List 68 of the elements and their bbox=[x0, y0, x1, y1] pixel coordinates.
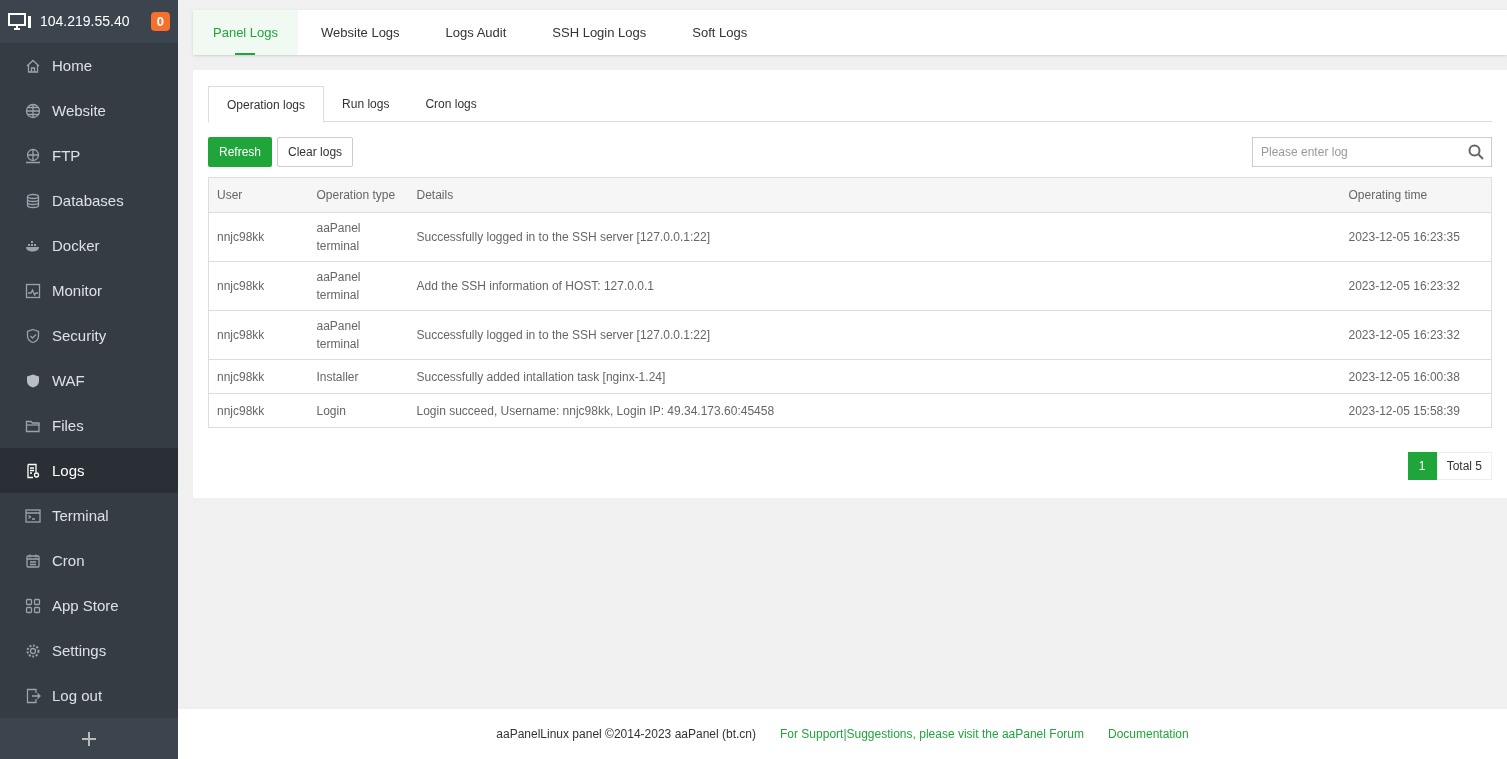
table-cell: 2023-12-05 16:23:32 bbox=[1340, 310, 1492, 360]
table-cell: Login bbox=[308, 393, 409, 428]
tab[interactable]: Cron logs bbox=[407, 86, 495, 122]
tab[interactable]: SSH Login Logs bbox=[529, 10, 670, 55]
table-cell: nnjc98kk bbox=[208, 261, 309, 311]
nav-item[interactable]: Logs bbox=[0, 448, 178, 494]
shield-icon bbox=[25, 373, 41, 389]
database-icon bbox=[25, 193, 41, 209]
server-address: 104.219.55.40 bbox=[40, 12, 130, 32]
table-cell: aaPanel terminal bbox=[308, 261, 409, 311]
table-cell: aaPanel terminal bbox=[308, 212, 409, 262]
nav-item[interactable]: Website bbox=[0, 88, 178, 134]
home-icon bbox=[25, 58, 41, 74]
column-header: User bbox=[208, 177, 309, 213]
nav-item[interactable]: Monitor bbox=[0, 268, 178, 314]
table-cell: Successfully logged in to the SSH server [127.0.0.1:22] bbox=[408, 212, 1341, 262]
chart-monitor-icon bbox=[25, 283, 41, 299]
table-cell: Login succeed, Username: nnjc98kk, Login IP: 49.34.173.60:45458 bbox=[408, 393, 1341, 428]
nav-item[interactable]: Docker bbox=[0, 223, 178, 269]
calendar-icon bbox=[25, 553, 41, 569]
document-icon bbox=[25, 463, 41, 479]
tab[interactable]: Operation logs bbox=[208, 86, 325, 123]
exit-icon bbox=[25, 688, 41, 704]
search-field[interactable]: Please enter log bbox=[1252, 137, 1492, 167]
column-header: Operating time bbox=[1340, 177, 1492, 213]
table-cell: aaPanel terminal bbox=[308, 310, 409, 360]
nav-item[interactable]: WAF bbox=[0, 358, 178, 404]
table-cell: 2023-12-05 16:00:38 bbox=[1340, 359, 1492, 394]
nav-item[interactable]: App Store bbox=[0, 583, 178, 629]
table-cell: Successfully added intallation task [nginx-1.24] bbox=[408, 359, 1341, 394]
tab[interactable]: Run logs bbox=[324, 86, 408, 122]
nav-item[interactable]: Files bbox=[0, 403, 178, 449]
nav-item[interactable]: Security bbox=[0, 313, 178, 359]
nav-item[interactable]: Cron bbox=[0, 538, 178, 584]
column-header: Operation type bbox=[308, 177, 409, 213]
table-cell: nnjc98kk bbox=[208, 359, 309, 394]
table-cell: 2023-12-05 15:58:39 bbox=[1340, 393, 1492, 428]
tab[interactable]: Website Logs bbox=[298, 10, 423, 55]
table-cell: Successfully logged in to the SSH server [127.0.0.1:22] bbox=[408, 310, 1341, 360]
table-cell: nnjc98kk bbox=[208, 212, 309, 262]
globe-icon bbox=[25, 148, 41, 164]
tab[interactable]: Logs Audit bbox=[422, 10, 530, 55]
tab[interactable]: Soft Logs bbox=[669, 10, 771, 55]
folder-icon bbox=[25, 418, 41, 434]
settings-icon bbox=[25, 643, 41, 659]
terminal-icon bbox=[25, 508, 41, 524]
nav-item[interactable]: FTP bbox=[0, 133, 178, 179]
globe-icon bbox=[25, 103, 41, 119]
search-icon[interactable] bbox=[1468, 144, 1484, 160]
table-cell: nnjc98kk bbox=[208, 310, 309, 360]
table-cell: 2023-12-05 16:23:35 bbox=[1340, 212, 1492, 262]
table-cell: Add the SSH information of HOST: 127.0.0.1 bbox=[408, 261, 1341, 311]
grid-icon bbox=[25, 598, 41, 614]
column-header: Details bbox=[408, 177, 1341, 213]
plus-icon[interactable] bbox=[81, 730, 97, 747]
table-cell: Installer bbox=[308, 359, 409, 394]
copyright-text: aaPanelLinux panel ©2014-2023 aaPanel (bt.cn) bbox=[496, 726, 756, 743]
nav-item[interactable]: Databases bbox=[0, 178, 178, 224]
nav-item[interactable]: Log out bbox=[0, 673, 178, 719]
nav-item[interactable]: Settings bbox=[0, 628, 178, 674]
clear-logs-button[interactable]: Clear logs bbox=[277, 137, 354, 167]
total-count: Total 5 bbox=[1436, 452, 1492, 480]
table-cell: nnjc98kk bbox=[208, 393, 309, 428]
table-cell: 2023-12-05 16:23:32 bbox=[1340, 261, 1492, 311]
nav-item[interactable]: Terminal bbox=[0, 493, 178, 539]
nav-item[interactable]: Home bbox=[0, 43, 178, 89]
monitor-icon bbox=[8, 12, 32, 31]
shield-icon bbox=[25, 328, 41, 344]
